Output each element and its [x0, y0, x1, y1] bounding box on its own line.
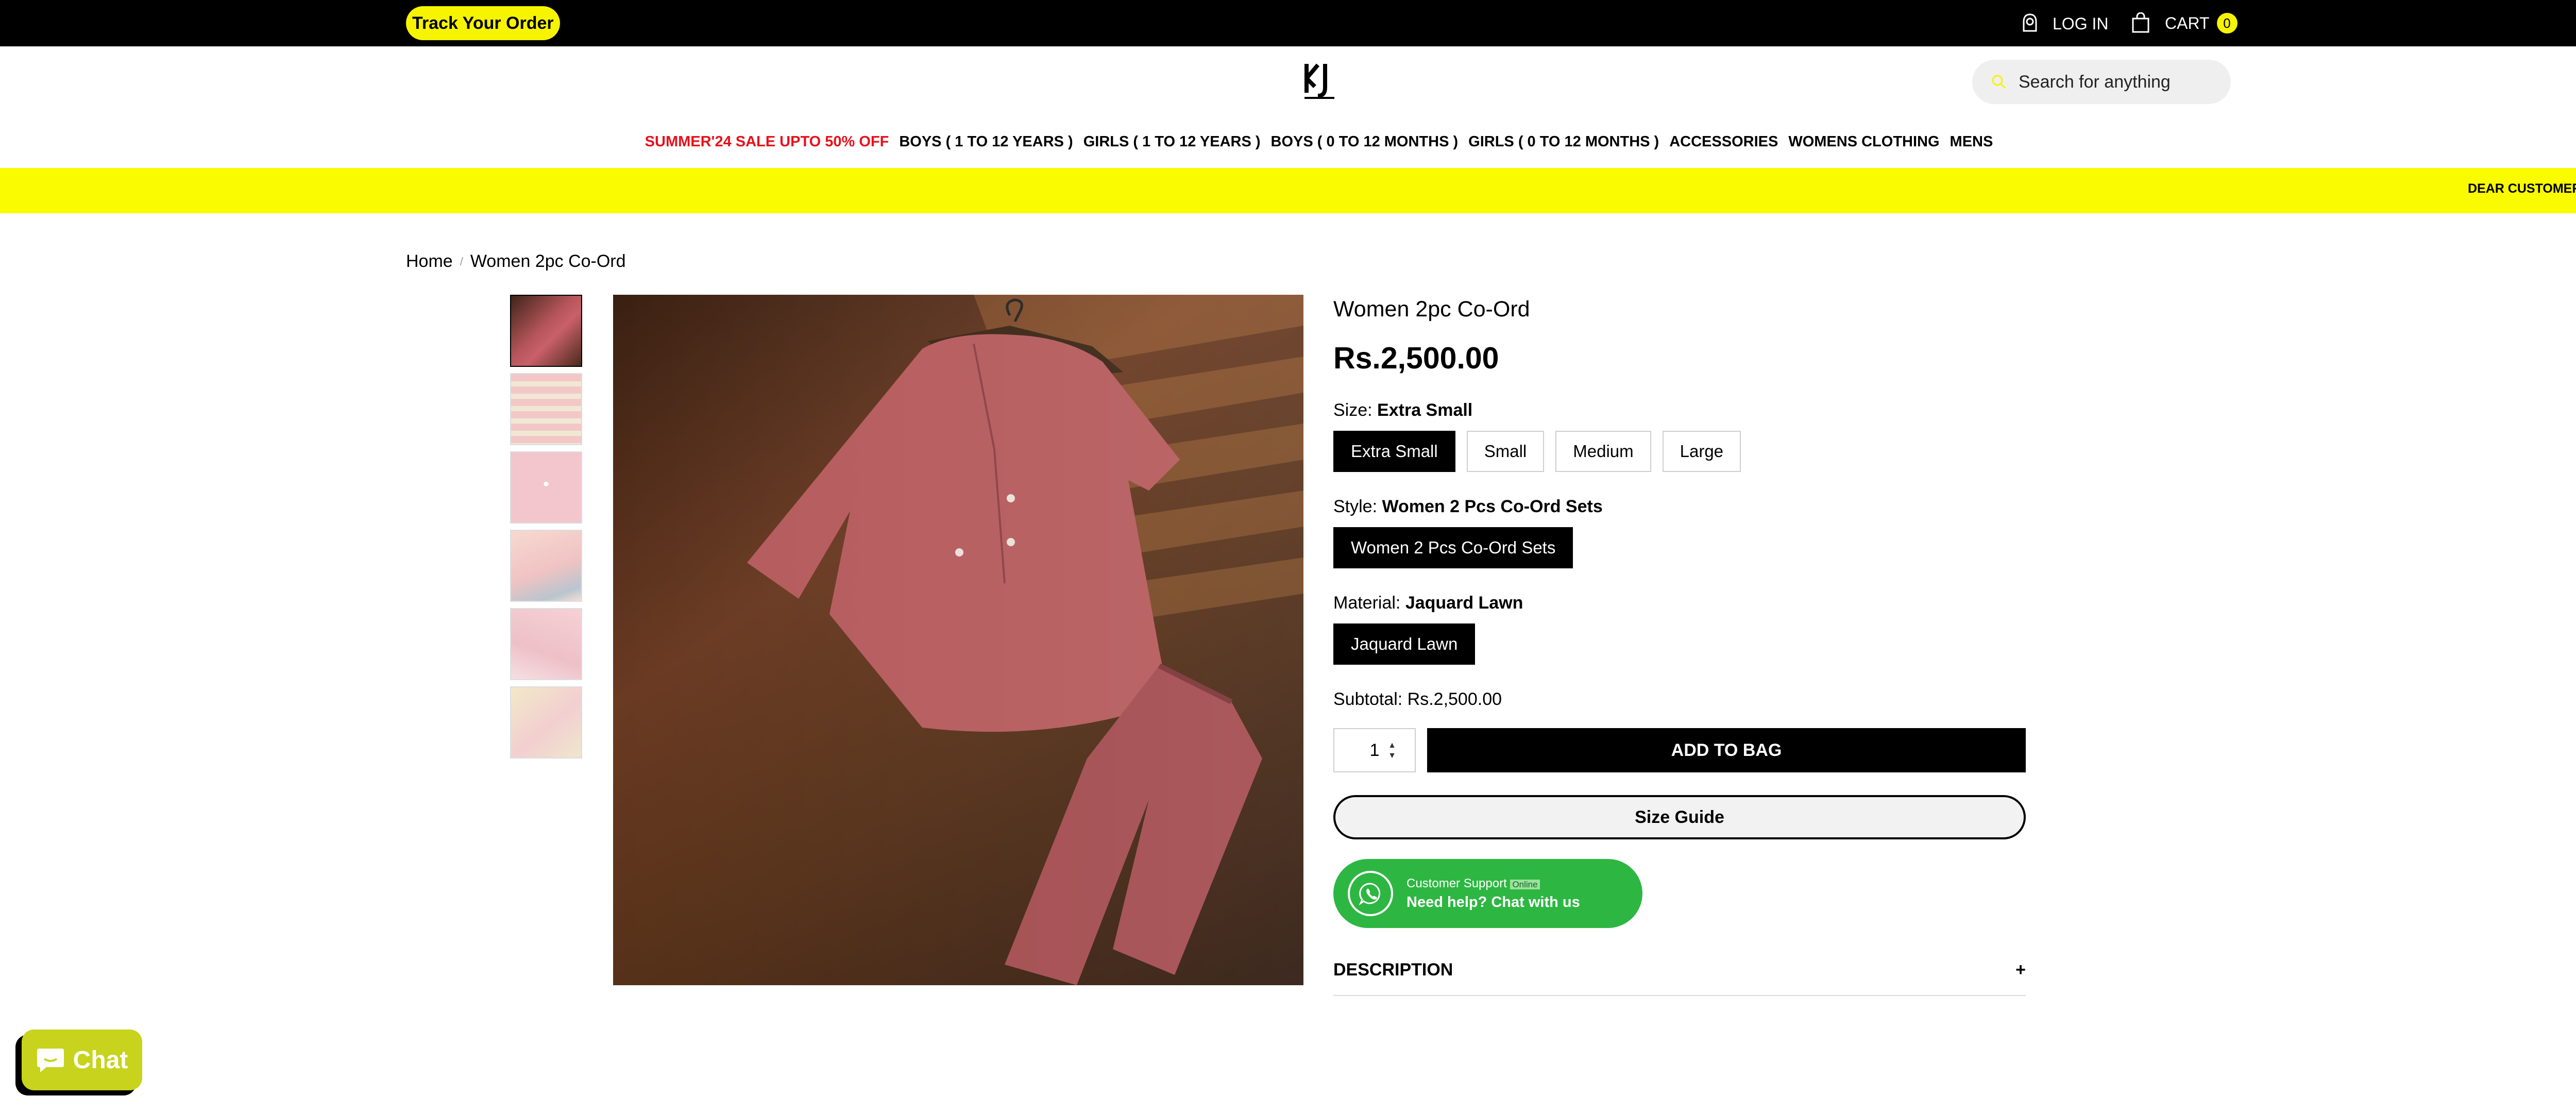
cart-count-badge: 0: [2216, 13, 2238, 33]
nav-item-mens[interactable]: MENS: [1950, 130, 1993, 154]
nav-item-girls-years[interactable]: GIRLS ( 1 TO 12 YEARS ): [1083, 130, 1261, 154]
product-title: Women 2pc Co-Ord: [1333, 297, 1530, 322]
buy-row: 1 ▲ ▼ ADD TO BAG: [1333, 728, 2026, 772]
whatsapp-text: Customer Support Online Need help? Chat …: [1406, 876, 1580, 911]
size-options: Extra Small Small Medium Large: [1333, 431, 2026, 472]
search-bar[interactable]: Search for anything: [1972, 60, 2231, 104]
announcement-bar: DEAR CUSTOMERS, FO ›: [0, 168, 2576, 213]
chat-cta: Need help? Chat with us: [1406, 893, 1580, 910]
product-thumbnail[interactable]: [510, 451, 582, 524]
breadcrumb-current: Women 2pc Co-Ord: [470, 251, 626, 271]
breadcrumb-home[interactable]: Home: [406, 251, 453, 272]
chat-widget-button[interactable]: Chat: [22, 1030, 142, 1090]
bag-icon: [2132, 12, 2149, 33]
product-thumbnail[interactable]: [510, 686, 582, 758]
chat-bubble-icon: [37, 1049, 64, 1072]
breadcrumb-separator: /: [460, 255, 463, 268]
description-label: DESCRIPTION: [1333, 960, 1453, 980]
style-label: Style:: [1333, 497, 1378, 516]
nav-item-girls-months[interactable]: GIRLS ( 0 TO 12 MONTHS ): [1468, 130, 1659, 154]
nav-item-boys-years[interactable]: BOYS ( 1 TO 12 YEARS ): [899, 130, 1073, 154]
product-info: Women 2pc Co-Ord Rs.2,500.00 Size: Extra…: [1333, 295, 2026, 996]
cart-label: CART: [2165, 13, 2210, 32]
whatsapp-icon: [1348, 871, 1393, 916]
product-price: Rs.2,500.00: [1333, 341, 1499, 375]
material-selected: Jaquard Lawn: [1405, 593, 1523, 613]
top-bar: Track Your Order LOG IN CART 0: [0, 0, 2576, 46]
logo-mark: [1304, 63, 1334, 99]
quantity-value[interactable]: 1: [1370, 740, 1380, 761]
material-options: Jaquard Lawn: [1333, 623, 2026, 665]
product-thumbnail[interactable]: [510, 373, 582, 445]
announcement-text: DEAR CUSTOMERS, FO: [2468, 181, 2576, 196]
add-to-bag-button[interactable]: ADD TO BAG: [1427, 728, 2026, 772]
support-label: Customer Support: [1406, 876, 1507, 890]
breadcrumb: Home / Women 2pc Co-Ord: [406, 251, 626, 272]
material-option-label: Material: Jaquard Lawn: [1333, 593, 2026, 613]
description-accordion[interactable]: DESCRIPTION +: [1333, 960, 2026, 996]
nav-item-boys-months[interactable]: BOYS ( 0 TO 12 MONTHS ): [1271, 130, 1459, 154]
style-options: Women 2 Pcs Co-Ord Sets: [1333, 527, 2026, 568]
search-icon: [1992, 75, 2006, 89]
subtotal-value: Rs.2,500.00: [1407, 689, 1502, 709]
support-line: Customer Support Online: [1406, 876, 1580, 891]
online-badge: Online: [1510, 879, 1540, 889]
product-photo: [613, 295, 1303, 985]
size-selected: Extra Small: [1377, 400, 1473, 420]
product-thumbnail[interactable]: [510, 608, 582, 680]
main-nav: SUMMER'24 SALE UPTO 50% OFF BOYS ( 1 TO …: [0, 130, 2576, 154]
stepper-arrows-icon[interactable]: ▲ ▼: [1388, 740, 1396, 761]
style-option[interactable]: Women 2 Pcs Co-Ord Sets: [1333, 527, 1573, 568]
site-logo[interactable]: [1302, 61, 1336, 100]
login-link[interactable]: LOG IN: [2020, 11, 2108, 36]
thumbnail-list: [510, 295, 582, 765]
user-icon: [2023, 13, 2037, 32]
subtotal: Subtotal: Rs.2,500.00: [1333, 689, 2026, 710]
size-guide-button[interactable]: Size Guide: [1333, 795, 2026, 839]
material-label: Material:: [1333, 593, 1401, 613]
plus-icon: +: [2015, 960, 2026, 980]
size-option-extra-small[interactable]: Extra Small: [1333, 431, 1455, 472]
style-selected: Women 2 Pcs Co-Ord Sets: [1382, 497, 1603, 516]
size-option-medium[interactable]: Medium: [1555, 431, 1651, 472]
cart-link[interactable]: CART 0: [2131, 10, 2238, 36]
size-option-large[interactable]: Large: [1662, 431, 1741, 472]
nav-item-womens-clothing[interactable]: WOMENS CLOTHING: [1788, 130, 1939, 154]
nav-item-accessories[interactable]: ACCESSORIES: [1669, 130, 1778, 154]
size-option-small[interactable]: Small: [1466, 431, 1545, 472]
size-label: Size:: [1333, 400, 1372, 420]
nav-item-sale[interactable]: SUMMER'24 SALE UPTO 50% OFF: [645, 130, 889, 154]
product-thumbnail[interactable]: [510, 295, 582, 367]
product-main-image[interactable]: [613, 295, 1303, 985]
track-order-button[interactable]: Track Your Order: [406, 6, 560, 40]
style-option-label: Style: Women 2 Pcs Co-Ord Sets: [1333, 497, 2026, 517]
search-input[interactable]: Search for anything: [2019, 72, 2171, 92]
subtotal-label: Subtotal:: [1333, 689, 1403, 709]
chat-label: Chat: [73, 1046, 128, 1074]
material-option[interactable]: Jaquard Lawn: [1333, 623, 1476, 665]
quantity-stepper[interactable]: 1 ▲ ▼: [1333, 728, 1416, 772]
size-option-label: Size: Extra Small: [1333, 400, 2026, 420]
whatsapp-chat-button[interactable]: Customer Support Online Need help? Chat …: [1333, 859, 1642, 928]
product-thumbnail[interactable]: [510, 530, 582, 602]
login-label: LOG IN: [2053, 14, 2109, 33]
